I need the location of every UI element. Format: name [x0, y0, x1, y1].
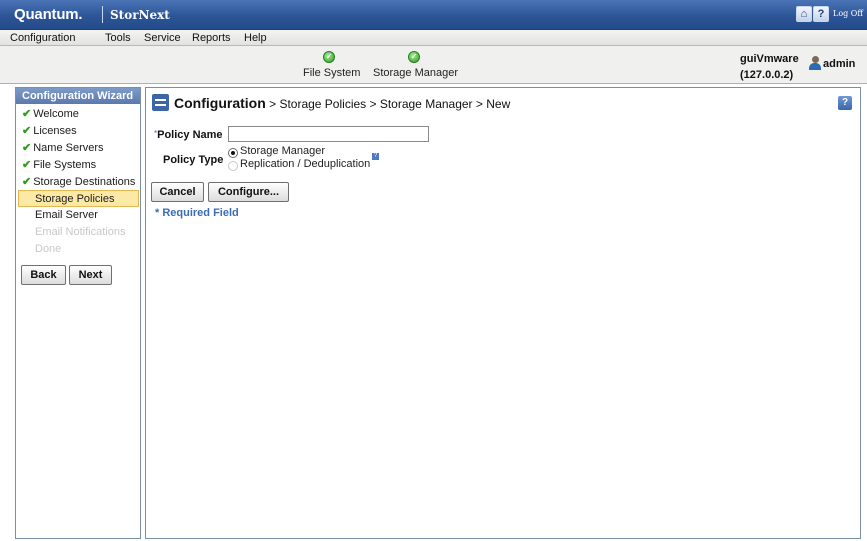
- file-system-status-icon[interactable]: ✓: [323, 51, 335, 63]
- menu-service[interactable]: Service: [144, 32, 181, 44]
- page-help-icon[interactable]: ?: [838, 96, 852, 110]
- replication-radio: [228, 161, 238, 171]
- check-icon: ✔: [22, 125, 32, 137]
- status-bar: ✓ File System ✓ Storage Manager guiVmwar…: [0, 46, 867, 84]
- next-button[interactable]: Next: [69, 265, 112, 285]
- logoff-link[interactable]: Log Off: [833, 9, 863, 18]
- wizard-title: Configuration Wizard: [16, 88, 140, 104]
- host-info: guiVmware (127.0.0.2): [740, 51, 799, 83]
- logo-divider: [102, 6, 103, 23]
- policy-type-help-icon[interactable]: ?: [372, 153, 379, 160]
- check-icon: ✔: [22, 108, 32, 120]
- wizard-item-email-notifications: Email Notifications: [35, 226, 126, 238]
- username: admin: [823, 58, 856, 70]
- replication-radio-label: Replication / Deduplication: [240, 158, 371, 170]
- menu-help[interactable]: Help: [244, 32, 267, 44]
- breadcrumb-path: > Storage Policies > Storage Manager > N…: [265, 97, 511, 111]
- policy-type-label: Policy Type: [163, 154, 224, 166]
- quantum-logo: Quantum.: [14, 6, 83, 23]
- check-icon: ✔: [22, 142, 32, 154]
- help-icon[interactable]: ?: [813, 6, 829, 22]
- title-bar: Quantum. StorNext ⌂ ? Log Off: [0, 0, 867, 30]
- product-name: StorNext: [110, 8, 170, 22]
- back-button[interactable]: Back: [21, 265, 66, 285]
- storage-manager-status-label[interactable]: Storage Manager: [373, 67, 458, 79]
- required-field-note: * Required Field: [155, 207, 239, 219]
- wizard-item-done: Done: [35, 243, 62, 255]
- wizard-item-email-server[interactable]: Email Server: [18, 207, 139, 224]
- cancel-button[interactable]: Cancel: [151, 182, 204, 202]
- main-panel: Configuration > Storage Policies > Stora…: [145, 87, 861, 539]
- wizard-item-label: Welcome: [33, 108, 79, 120]
- configuration-icon: [152, 94, 169, 111]
- breadcrumb: Configuration > Storage Policies > Stora…: [174, 95, 510, 111]
- menu-reports[interactable]: Reports: [192, 32, 231, 44]
- wizard-item-storage-policies[interactable]: Storage Policies: [18, 190, 139, 207]
- menu-configuration[interactable]: Configuration: [10, 32, 75, 44]
- policy-name-label: *Policy Name: [154, 129, 223, 141]
- file-system-status-label[interactable]: File System: [303, 67, 360, 79]
- configure-button[interactable]: Configure...: [208, 182, 289, 202]
- check-icon: ✔: [22, 176, 32, 188]
- wizard-item-label: File Systems: [33, 159, 97, 171]
- wizard-item-licenses[interactable]: ✔ Licenses: [18, 122, 139, 139]
- storage-manager-radio-label[interactable]: Storage Manager: [240, 145, 325, 157]
- check-icon: ✔: [22, 159, 32, 171]
- menu-tools[interactable]: Tools: [105, 32, 131, 44]
- user-icon: [808, 56, 822, 70]
- configuration-wizard-panel: Configuration Wizard ✔ Welcome ✔ Licenses …: [15, 87, 141, 539]
- breadcrumb-title: Configuration: [174, 95, 266, 111]
- storage-manager-status-icon[interactable]: ✓: [408, 51, 420, 63]
- storage-manager-radio[interactable]: [228, 148, 238, 158]
- home-icon[interactable]: ⌂: [796, 6, 812, 22]
- wizard-item-welcome[interactable]: ✔ Welcome: [18, 105, 139, 122]
- wizard-item-label: Storage Destinations: [33, 176, 136, 188]
- wizard-item-file-systems[interactable]: ✔ File Systems: [18, 156, 139, 173]
- menu-bar: Configuration Tools Service Reports Help: [0, 30, 867, 46]
- policy-name-input[interactable]: [228, 126, 429, 142]
- host-ip: (127.0.0.2): [740, 69, 794, 81]
- wizard-item-label: Name Servers: [33, 142, 104, 154]
- wizard-item-storage-destinations[interactable]: ✔ Storage Destinations: [18, 173, 139, 190]
- host-name: guiVmware: [740, 53, 799, 65]
- wizard-item-label: Licenses: [33, 125, 77, 137]
- wizard-item-name-servers[interactable]: ✔ Name Servers: [18, 139, 139, 156]
